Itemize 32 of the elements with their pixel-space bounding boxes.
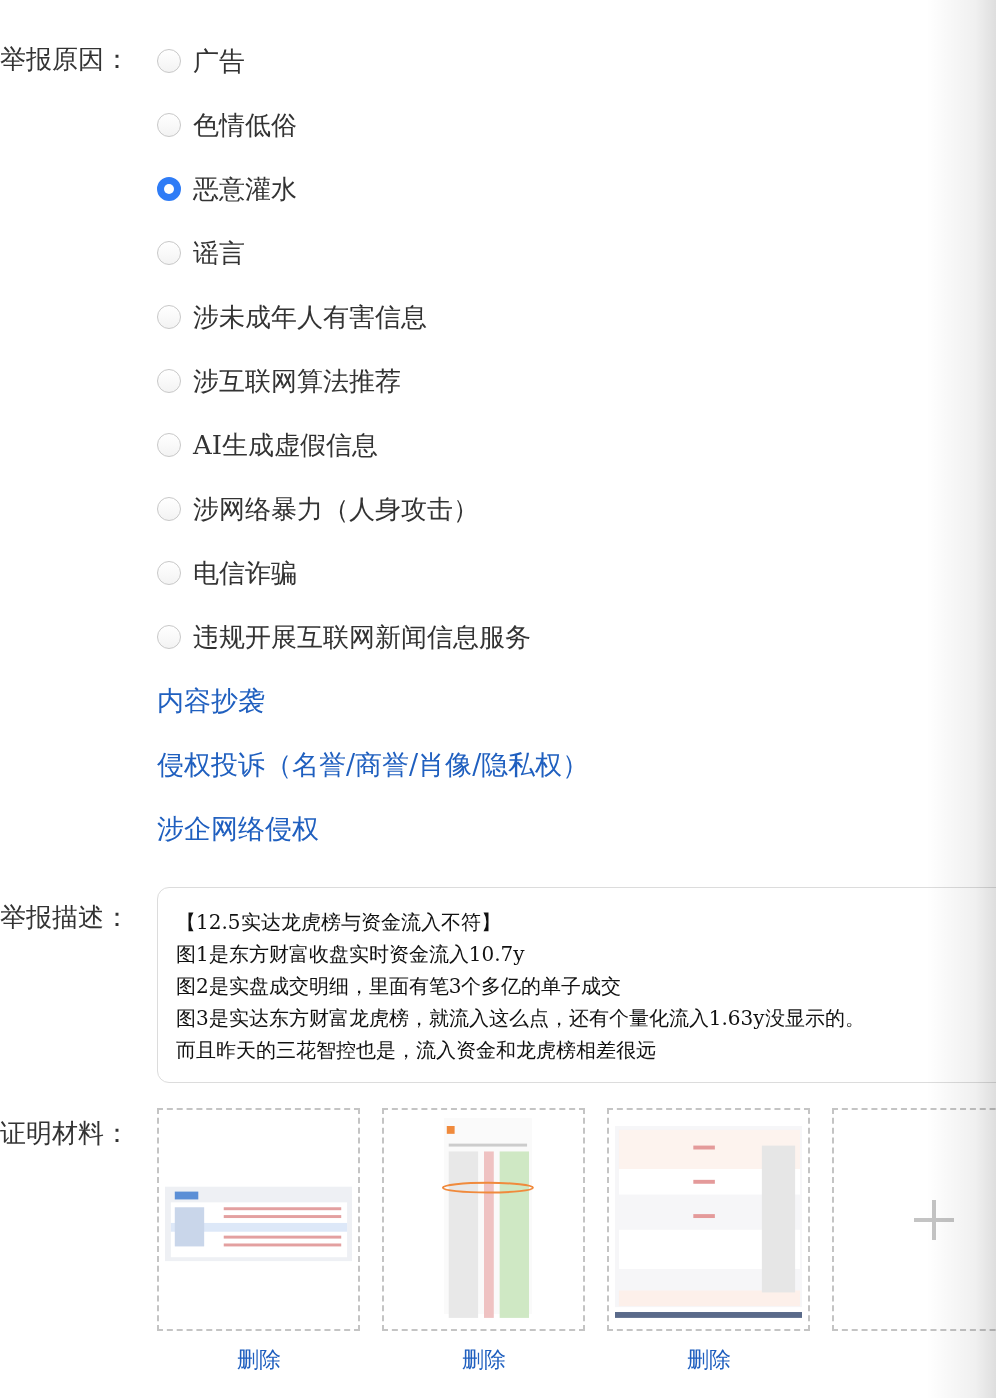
radio-button[interactable] [157, 369, 181, 393]
radio-button[interactable] [157, 241, 181, 265]
option-label[interactable]: 广告 [193, 43, 245, 79]
option-label[interactable]: AI生成虚假信息 [193, 427, 379, 463]
option-label[interactable]: 涉未成年人有害信息 [193, 299, 427, 335]
radio-button[interactable] [157, 561, 181, 585]
radio-button[interactable] [157, 305, 181, 329]
option-label[interactable]: 涉网络暴力（人身攻击） [193, 491, 479, 527]
description-field[interactable]: 【12.5实达龙虎榜与资金流入不符】 图1是东方财富收盘实时资金流入10.7y 图2是实盘成交明细，里面有笔3个多亿的单子成交 图3是实达东方财富龙虎榜，就流入这么点，还有个量化流入1.63y没显示的。 而且昨天的三花智控也是，流入资金和龙虎榜相差很远 [157, 887, 996, 1083]
field-label: 举报描述： [0, 901, 131, 934]
radio-button[interactable] [157, 625, 181, 649]
option-link[interactable]: 侵权投诉（名誉/商誉/肖像/隐私权） [157, 747, 590, 783]
option-label[interactable]: 涉互联网算法推荐 [193, 363, 401, 399]
radio-button[interactable] [157, 113, 181, 137]
option-label[interactable]: 违规开展互联网新闻信息服务 [193, 619, 531, 655]
option-label[interactable]: 色情低俗 [193, 107, 297, 143]
field-label: 证明材料： [0, 1117, 131, 1150]
option-link[interactable]: 内容抄袭 [157, 683, 265, 719]
add-image-button[interactable] [832, 1108, 996, 1331]
radio-button[interactable] [157, 433, 181, 457]
delete-link[interactable]: 删除 [686, 1345, 731, 1375]
radio-button[interactable] [157, 497, 181, 521]
radio-button[interactable] [157, 49, 181, 73]
option-label[interactable]: 谣言 [193, 235, 245, 271]
delete-link[interactable]: 删除 [236, 1345, 281, 1375]
delete-link[interactable]: 删除 [461, 1345, 506, 1375]
option-label[interactable]: 恶意灌水 [193, 171, 297, 207]
plus-icon [911, 1197, 956, 1242]
field-label: 举报原因： [0, 43, 131, 76]
option-link[interactable]: 涉企网络侵权 [157, 811, 319, 847]
radio-button[interactable] [157, 177, 181, 201]
option-label[interactable]: 电信诈骗 [193, 555, 297, 591]
